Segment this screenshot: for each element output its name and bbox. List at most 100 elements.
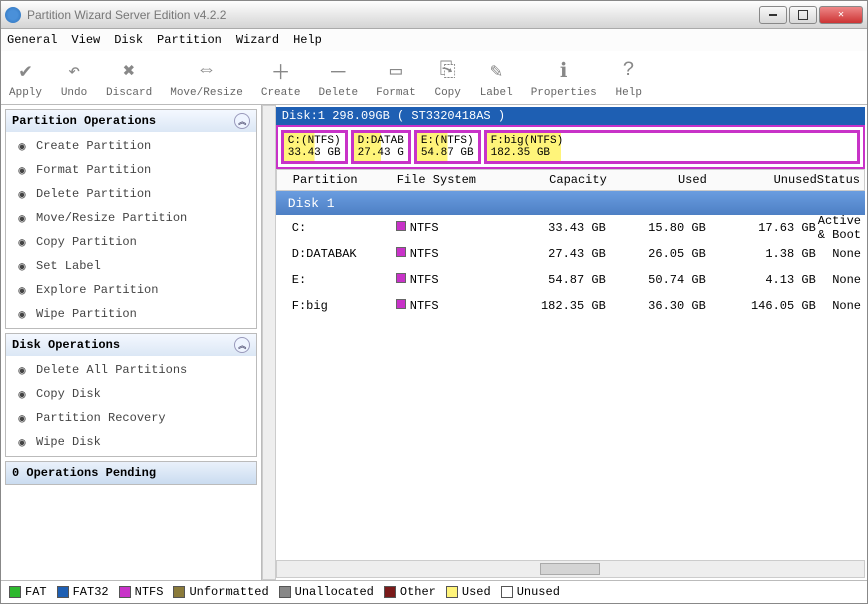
disk-icon: ◉ [14, 306, 30, 322]
legend-label: Unformatted [189, 585, 268, 599]
panel-header[interactable]: Partition Operations ︽ [6, 110, 256, 132]
op-set-label[interactable]: ◉Set Label [6, 254, 256, 278]
menu-wizard[interactable]: Wizard [236, 33, 279, 47]
panel-pending: 0 Operations Pending [5, 461, 257, 485]
chevron-up-icon[interactable]: ︽ [234, 337, 250, 353]
cell-unused: 146.05 GB [706, 299, 816, 313]
tool-delete[interactable]: －Delete [318, 57, 358, 99]
cell-capacity: 54.87 GB [496, 273, 606, 287]
tool-copy[interactable]: ⎘Copy [434, 57, 462, 99]
op-partition-recovery[interactable]: ◉ Partition Recovery [6, 406, 256, 430]
legend-swatch-icon [57, 586, 69, 598]
cell-partition: E: [276, 273, 396, 287]
cell-capacity: 27.43 GB [496, 247, 606, 261]
op-copy-partition[interactable]: ◉Copy Partition [6, 230, 256, 254]
partition-box[interactable]: F:big(NTFS)182.35 GB [484, 130, 860, 164]
panel-header: 0 Operations Pending [6, 462, 256, 484]
table-row[interactable]: D:DATABAKNTFS27.43 GB26.05 GB1.38 GBNone [276, 241, 865, 267]
panel-header[interactable]: Disk Operations ︽ [6, 334, 256, 356]
partition-name: D:DATAB [358, 135, 404, 147]
menu-view[interactable]: View [71, 33, 100, 47]
menu-bar: General View Disk Partition Wizard Help [1, 29, 867, 51]
col-unused[interactable]: Unused [707, 173, 817, 187]
tool-label[interactable]: ✎ Label [480, 57, 513, 99]
minimize-button[interactable] [759, 6, 787, 24]
op-wipe-disk[interactable]: ◉Wipe Disk [6, 430, 256, 454]
op-label: Wipe Partition [36, 307, 137, 321]
app-icon [5, 7, 21, 23]
create-icon: ＋ [267, 57, 295, 85]
ntfs-swatch-icon [396, 299, 406, 309]
properties-icon: ℹ [550, 57, 578, 85]
tool-label: Label [480, 87, 513, 99]
table-row[interactable]: C:NTFS33.43 GB15.80 GB17.63 GBActive & B… [276, 215, 865, 241]
op-label: Explore Partition [36, 283, 158, 297]
tool-help[interactable]: ?Help [615, 57, 643, 99]
table-row[interactable]: F:bigNTFS182.35 GB36.30 GB146.05 GBNone [276, 293, 865, 319]
move-resize-icon: ⇔ [193, 57, 221, 85]
tool-label: Delete [318, 87, 358, 99]
maximize-button[interactable] [789, 6, 817, 24]
horizontal-scrollbar[interactable] [276, 560, 865, 578]
col-partition[interactable]: Partition [277, 173, 397, 187]
partition-box[interactable]: E:(NTFS)54.87 GB [414, 130, 481, 164]
partition-name: F:big(NTFS) [491, 135, 853, 147]
legend-label: Unused [517, 585, 560, 599]
panel-title: Partition Operations [12, 114, 156, 128]
cell-partition: F:big [276, 299, 396, 313]
legend-label: Unallocated [295, 585, 374, 599]
op-explore-partition[interactable]: ◉Explore Partition [6, 278, 256, 302]
tool-create[interactable]: ＋Create [261, 57, 301, 99]
col-filesystem[interactable]: File System [397, 173, 497, 187]
tool-format[interactable]: ▭Format [376, 57, 416, 99]
partition-box[interactable]: C:(NTFS)33.43 GB [281, 130, 348, 164]
disk-group-label: Disk 1 [288, 196, 335, 211]
scroll-thumb[interactable] [540, 563, 600, 575]
op-label: Set Label [36, 259, 101, 273]
menu-partition[interactable]: Partition [157, 33, 222, 47]
table-row[interactable]: E:NTFS54.87 GB50.74 GB4.13 GBNone [276, 267, 865, 293]
op-wipe-partition[interactable]: ◉ Wipe Partition [6, 302, 256, 326]
op-label: Move/Resize Partition [36, 211, 187, 225]
menu-help[interactable]: Help [293, 33, 322, 47]
op-delete-all-partitions[interactable]: ◉Delete All Partitions [6, 358, 256, 382]
op-label: Partition Recovery [36, 411, 166, 425]
op-label: Create Partition [36, 139, 151, 153]
tool-apply[interactable]: ✔Apply [9, 57, 42, 99]
op-delete-partition[interactable]: ◉Delete Partition [6, 182, 256, 206]
disk-icon: ◉ [14, 210, 30, 226]
label-icon: ✎ [482, 57, 510, 85]
ntfs-swatch-icon [396, 221, 406, 231]
op-format-partition[interactable]: ◉Format Partition [6, 158, 256, 182]
chevron-up-icon[interactable]: ︽ [234, 113, 250, 129]
disk-header-bar: Disk:1 298.09GB ( ST3320418AS ) [276, 107, 865, 125]
col-capacity[interactable]: Capacity [497, 173, 607, 187]
tool-properties[interactable]: ℹProperties [531, 57, 597, 99]
cell-status: None [816, 247, 865, 261]
col-used[interactable]: Used [607, 173, 707, 187]
cell-filesystem: NTFS [396, 221, 496, 235]
op-copy-disk[interactable]: ◉Copy Disk [6, 382, 256, 406]
cell-capacity: 182.35 GB [496, 299, 606, 313]
col-status[interactable]: Status [817, 173, 864, 187]
tool-undo[interactable]: ↶Undo [60, 57, 88, 99]
legend-swatch-icon [446, 586, 458, 598]
close-button[interactable] [819, 6, 863, 24]
disk-icon: ◉ [14, 410, 30, 426]
cell-status: None [816, 273, 865, 287]
cell-used: 50.74 GB [606, 273, 706, 287]
op-create-partition[interactable]: ◉Create Partition [6, 134, 256, 158]
legend-swatch-icon [279, 586, 291, 598]
partition-box[interactable]: D:DATAB27.43 G [351, 130, 411, 164]
menu-general[interactable]: General [7, 33, 57, 47]
legend-label: Used [462, 585, 491, 599]
tool-discard[interactable]: ✖Discard [106, 57, 152, 99]
disk-group-row[interactable]: Disk 1 [276, 191, 865, 215]
menu-disk[interactable]: Disk [114, 33, 143, 47]
sidebar-scrollbar[interactable] [262, 105, 276, 580]
undo-icon: ↶ [60, 57, 88, 85]
partition-name: C:(NTFS) [288, 135, 341, 147]
tool-label: Format [376, 87, 416, 99]
tool-move-resize[interactable]: ⇔Move/Resize [170, 57, 243, 99]
op-move-resize-partition[interactable]: ◉ Move/Resize Partition [6, 206, 256, 230]
